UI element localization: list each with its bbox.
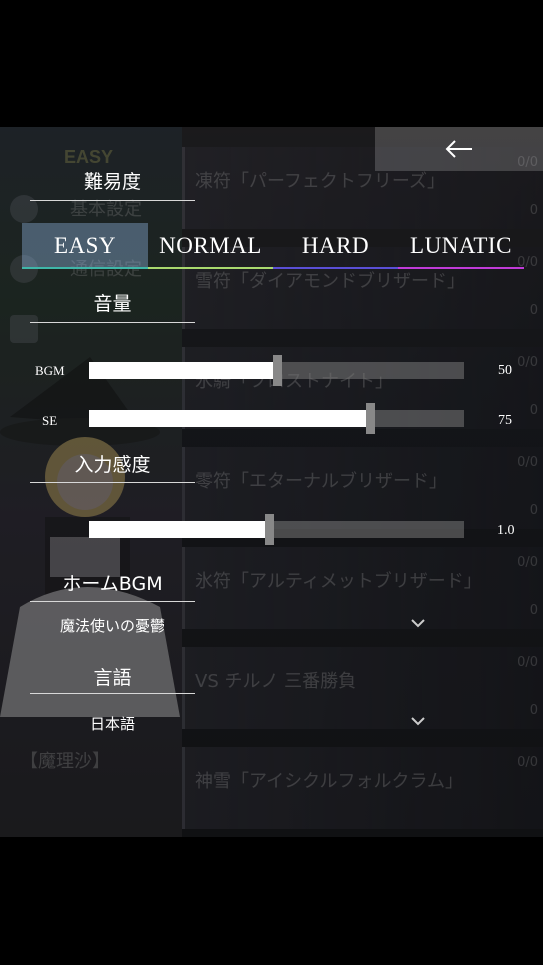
lunatic-underline: [398, 267, 524, 269]
sensitivity-value: 1.0: [497, 523, 515, 538]
difficulty-heading-line: [30, 200, 195, 201]
home-bgm-selected: 魔法使いの憂鬱: [59, 617, 165, 635]
easy-underline: [22, 267, 148, 269]
bgm-value: 50: [498, 363, 512, 378]
difficulty-option-hard[interactable]: HARD: [273, 223, 398, 269]
se-slider[interactable]: [89, 403, 464, 434]
language-selected: 日本語: [89, 715, 135, 733]
volume-heading: 音量: [93, 293, 132, 315]
difficulty-selector: EASY NORMAL HARD LUNATIC: [22, 223, 524, 271]
sensitivity-heading: 入力感度: [74, 454, 151, 476]
bgm-label: BGM: [35, 363, 65, 378]
home-bgm-heading-line: [30, 601, 195, 602]
settings-panel: EASY 基本設定 通信設定 【魔理沙】 凍符「パーフェクトフリーズ」 0/0 …: [0, 127, 543, 837]
normal-underline: [148, 267, 273, 269]
se-label: SE: [42, 413, 58, 428]
difficulty-option-lunatic[interactable]: LUNATIC: [398, 223, 524, 269]
sensitivity-slider-thumb[interactable]: [265, 514, 274, 545]
arrow-left-icon: [445, 140, 472, 158]
home-bgm-heading: ホームBGM: [62, 573, 163, 595]
sensitivity-slider[interactable]: [89, 514, 464, 545]
hard-underline: [273, 267, 398, 269]
chevron-down-icon: [411, 717, 425, 726]
language-dropdown[interactable]: 日本語: [30, 709, 440, 739]
language-heading-line: [30, 693, 195, 694]
bgm-slider[interactable]: [89, 355, 464, 386]
se-slider-thumb[interactable]: [366, 403, 375, 434]
back-button[interactable]: [375, 127, 543, 171]
volume-heading-line: [30, 322, 195, 323]
difficulty-heading: 難易度: [83, 171, 141, 193]
difficulty-option-normal[interactable]: NORMAL: [148, 223, 273, 269]
home-bgm-dropdown[interactable]: 魔法使いの憂鬱: [30, 611, 440, 641]
chevron-down-icon: [411, 619, 425, 628]
bgm-slider-fill: [89, 362, 277, 379]
se-value: 75: [498, 413, 512, 428]
sensitivity-slider-fill: [89, 521, 269, 538]
language-heading: 言語: [93, 667, 132, 689]
sensitivity-heading-line: [30, 482, 195, 483]
se-slider-fill: [89, 410, 370, 427]
difficulty-option-easy[interactable]: EASY: [22, 223, 148, 269]
bgm-slider-thumb[interactable]: [273, 355, 282, 386]
